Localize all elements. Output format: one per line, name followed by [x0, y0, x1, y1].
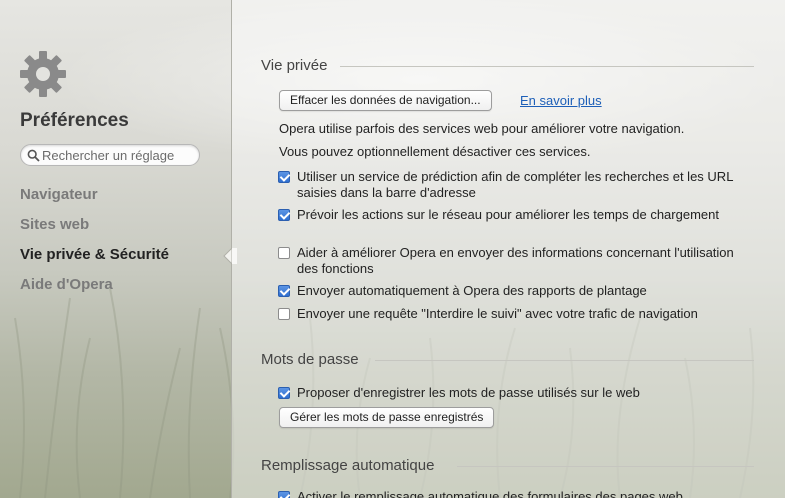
page-title: Préférences — [20, 110, 129, 131]
search-field[interactable] — [20, 144, 200, 166]
gear-icon — [20, 51, 66, 97]
privacy-info-line2: Vous pouvez optionnellement désactiver c… — [279, 144, 591, 159]
usage-statistics-checkbox[interactable] — [278, 247, 290, 259]
enable-autofill-checkbox[interactable] — [278, 491, 290, 498]
network-prediction-label: Prévoir les actions sur le réseau pour a… — [297, 207, 719, 222]
search-icon — [27, 149, 40, 162]
sidebar-item-help[interactable]: Aide d'Opera — [20, 275, 169, 305]
sidebar-nav: Navigateur Sites web Vie privée & Sécuri… — [20, 185, 169, 305]
section-title-privacy: Vie privée — [261, 57, 328, 74]
sidebar-item-browser[interactable]: Navigateur — [20, 185, 169, 215]
privacy-info-line1: Opera utilise parfois des services web p… — [279, 121, 685, 136]
usage-statistics-label: Aider à améliorer Opera en envoyer des i… — [297, 245, 734, 276]
settings-panel: Vie privée Effacer les données de naviga… — [232, 0, 785, 498]
learn-more-link[interactable]: En savoir plus — [520, 93, 602, 108]
network-prediction-checkbox[interactable] — [278, 209, 290, 221]
section-divider — [340, 66, 754, 67]
clear-browsing-data-button[interactable]: Effacer les données de navigation... — [279, 90, 492, 111]
section-divider — [457, 466, 754, 467]
prediction-label: Utiliser un service de prédiction afin d… — [297, 169, 733, 200]
enable-autofill-label: Activer le remplissage automatique des f… — [297, 489, 683, 498]
offer-save-passwords-label: Proposer d'enregistrer les mots de passe… — [297, 385, 640, 400]
crash-reports-checkbox[interactable] — [278, 285, 290, 297]
search-input[interactable] — [42, 147, 197, 163]
do-not-track-label: Envoyer une requête "Interdire le suivi"… — [297, 306, 698, 321]
offer-save-passwords-checkbox[interactable] — [278, 387, 290, 399]
section-divider — [375, 360, 754, 361]
manage-passwords-button[interactable]: Gérer les mots de passe enregistrés — [279, 407, 495, 428]
sidebar: Préférences Navigateur Sites web Vie pri… — [0, 0, 231, 498]
prediction-checkbox[interactable] — [278, 171, 290, 183]
section-title-passwords: Mots de passe — [261, 351, 359, 368]
sidebar-item-websites[interactable]: Sites web — [20, 215, 169, 245]
do-not-track-checkbox[interactable] — [278, 308, 290, 320]
section-title-autofill: Remplissage automatique — [261, 457, 435, 474]
crash-reports-label: Envoyer automatiquement à Opera des rapp… — [297, 283, 647, 298]
sidebar-item-privacy-security[interactable]: Vie privée & Sécurité — [20, 245, 169, 275]
